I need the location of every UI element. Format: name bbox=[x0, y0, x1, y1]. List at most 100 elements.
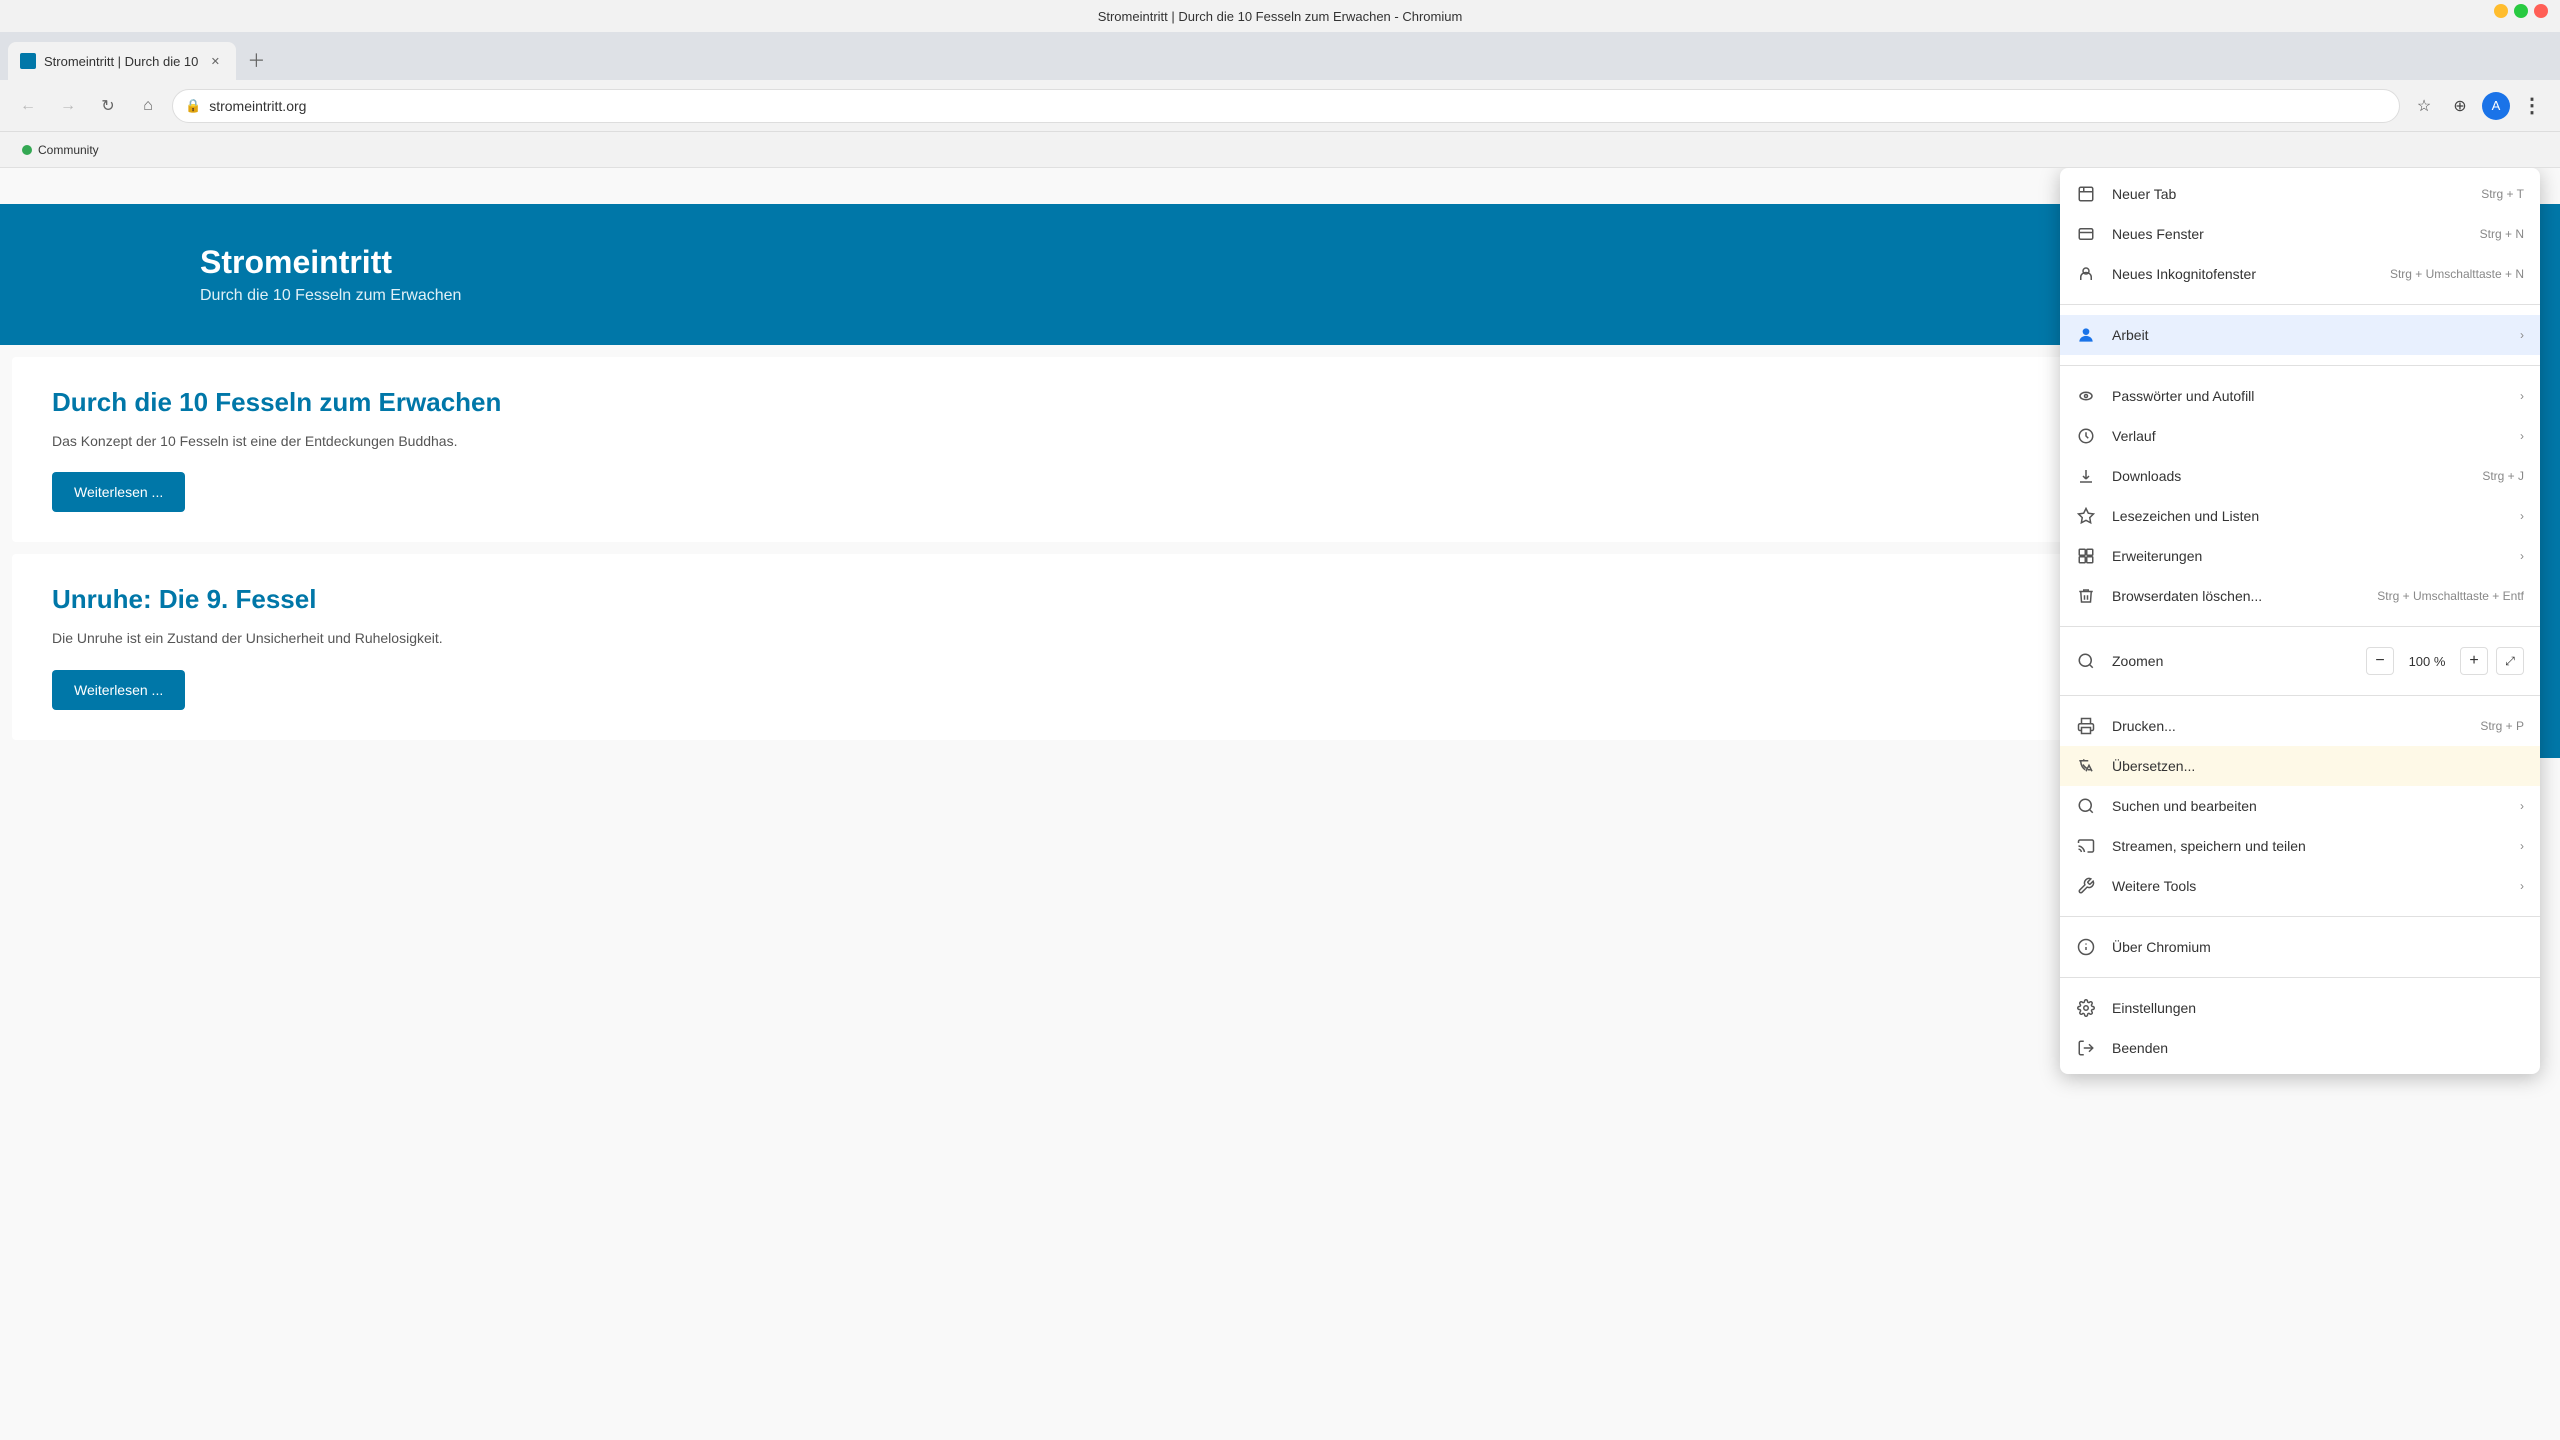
search-edit-arrow-icon: › bbox=[2520, 799, 2524, 813]
article-excerpt-1: Das Konzept der 10 Fesseln ist eine der … bbox=[52, 430, 2228, 452]
extensions-arrow-icon: › bbox=[2520, 549, 2524, 563]
new-tab-button[interactable]: ＋ bbox=[240, 44, 272, 76]
menu-item-quit[interactable]: Beenden bbox=[2060, 1028, 2540, 1068]
browser-controls: ← → ↻ ⌂ 🔒 stromeintritt.org ☆ ⊕ A ⋮ bbox=[0, 80, 2560, 132]
new-tab-icon bbox=[2076, 184, 2096, 204]
menu-item-passwords[interactable]: Passwörter und Autofill › bbox=[2060, 376, 2540, 416]
site-subtitle: Durch die 10 Fesseln zum Erwachen bbox=[200, 287, 2360, 305]
clear-data-shortcut: Strg + Umschalttaste + Entf bbox=[2377, 589, 2524, 603]
menu-item-clear[interactable]: Browserdaten löschen... Strg + Umschaltt… bbox=[2060, 576, 2540, 616]
window-maximize[interactable] bbox=[2514, 4, 2528, 18]
zoom-fullscreen-button[interactable]: ⤢ bbox=[2496, 647, 2524, 675]
read-more-btn-1[interactable]: Weiterlesen ... bbox=[52, 472, 185, 512]
print-label: Drucken... bbox=[2112, 718, 2464, 734]
more-tools-icon bbox=[2076, 876, 2096, 896]
content-area: Starte Hier Kontakt For... Stromeintritt… bbox=[0, 168, 2560, 1440]
menu-item-cast[interactable]: Streamen, speichern und teilen › bbox=[2060, 826, 2540, 866]
bookmark-favicon bbox=[22, 145, 32, 155]
menu-divider-1 bbox=[2060, 304, 2540, 305]
article-title-1: Durch die 10 Fesseln zum Erwachen bbox=[52, 387, 2228, 418]
new-window-label: Neues Fenster bbox=[2112, 226, 2464, 242]
profile-avatar: A bbox=[2482, 92, 2510, 120]
address-bar[interactable]: 🔒 stromeintritt.org bbox=[172, 89, 2400, 123]
menu-item-search-edit[interactable]: Suchen und bearbeiten › bbox=[2060, 786, 2540, 826]
menu-item-bookmarks[interactable]: Lesezeichen und Listen › bbox=[2060, 496, 2540, 536]
active-tab[interactable]: Stromeintritt | Durch die 10 ✕ bbox=[8, 42, 236, 80]
bookmark-community[interactable]: Community bbox=[12, 139, 109, 161]
zoom-in-button[interactable]: + bbox=[2460, 647, 2488, 675]
menu-button[interactable]: ⋮ bbox=[2516, 90, 2548, 122]
bookmarks-bar: Community bbox=[0, 132, 2560, 168]
menu-item-translate[interactable]: Übersetzen... bbox=[2060, 746, 2540, 786]
home-button[interactable]: ⌂ bbox=[132, 90, 164, 122]
reload-button[interactable]: ↻ bbox=[92, 90, 124, 122]
passwords-icon bbox=[2076, 386, 2096, 406]
article-card-2: Unruhe: Die 9. Fessel Die Unruhe ist ein… bbox=[12, 554, 2268, 739]
title-bar: Stromeintritt | Durch die 10 Fesseln zum… bbox=[0, 0, 2560, 32]
search-edit-label: Suchen und bearbeiten bbox=[2112, 798, 2504, 814]
quit-label: Beenden bbox=[2112, 1040, 2524, 1056]
quit-icon bbox=[2076, 1038, 2096, 1058]
window-minimize[interactable] bbox=[2494, 4, 2508, 18]
menu-section-profile: Arbeit › bbox=[2060, 309, 2540, 361]
settings-icon bbox=[2076, 998, 2096, 1018]
zoom-out-button[interactable]: − bbox=[2366, 647, 2394, 675]
tab-title: Stromeintritt | Durch die 10 bbox=[44, 54, 198, 69]
menu-item-history[interactable]: Verlauf › bbox=[2060, 416, 2540, 456]
tab-close-button[interactable]: ✕ bbox=[206, 52, 224, 70]
passwords-label: Passwörter und Autofill bbox=[2112, 388, 2504, 404]
bookmark-star-button[interactable]: ☆ bbox=[2408, 90, 2440, 122]
settings-label: Einstellungen bbox=[2112, 1000, 2524, 1016]
toolbar-icons: ☆ ⊕ A ⋮ bbox=[2408, 90, 2548, 122]
back-button[interactable]: ← bbox=[12, 90, 44, 122]
extensions-label: Erweiterungen bbox=[2112, 548, 2504, 564]
menu-item-new-tab[interactable]: Neuer Tab Strg + T bbox=[2060, 174, 2540, 214]
bookmarks-menu-label: Lesezeichen und Listen bbox=[2112, 508, 2504, 524]
lens-button[interactable]: ⊕ bbox=[2444, 90, 2476, 122]
menu-divider-2 bbox=[2060, 365, 2540, 366]
menu-item-zoom: Zoomen − 100 % + ⤢ bbox=[2060, 637, 2540, 685]
read-more-btn-2[interactable]: Weiterlesen ... bbox=[52, 670, 185, 710]
menu-item-downloads[interactable]: Downloads Strg + J bbox=[2060, 456, 2540, 496]
history-arrow-icon: › bbox=[2520, 429, 2524, 443]
cast-icon bbox=[2076, 836, 2096, 856]
menu-item-about[interactable]: Über Chromium bbox=[2060, 927, 2540, 967]
forward-button[interactable]: → bbox=[52, 90, 84, 122]
tab-bar: Stromeintritt | Durch die 10 ✕ ＋ bbox=[0, 32, 2560, 80]
incognito-icon bbox=[2076, 264, 2096, 284]
cast-label: Streamen, speichern und teilen bbox=[2112, 838, 2504, 854]
menu-section-settings: Einstellungen Beenden bbox=[2060, 982, 2540, 1074]
passwords-arrow-icon: › bbox=[2520, 389, 2524, 403]
menu-item-new-window[interactable]: Neues Fenster Strg + N bbox=[2060, 214, 2540, 254]
menu-item-more-tools[interactable]: Weitere Tools › bbox=[2060, 866, 2540, 906]
menu-section-main: Passwörter und Autofill › Verlauf › Down… bbox=[2060, 370, 2540, 622]
menu-item-settings[interactable]: Einstellungen bbox=[2060, 988, 2540, 1028]
dropdown-menu: Neuer Tab Strg + T Neues Fenster Strg + … bbox=[2060, 168, 2540, 1074]
menu-section-about: Über Chromium bbox=[2060, 921, 2540, 973]
menu-section-zoom: Zoomen − 100 % + ⤢ bbox=[2060, 631, 2540, 691]
window-close[interactable] bbox=[2534, 4, 2548, 18]
profile-label: Arbeit bbox=[2112, 327, 2504, 343]
more-tools-label: Weitere Tools bbox=[2112, 878, 2504, 894]
menu-item-incognito[interactable]: Neues Inkognitofenster Strg + Umschaltta… bbox=[2060, 254, 2540, 294]
profile-button[interactable]: A bbox=[2480, 90, 2512, 122]
new-tab-shortcut: Strg + T bbox=[2481, 187, 2524, 201]
security-icon: 🔒 bbox=[185, 98, 201, 114]
site-title: Stromeintritt bbox=[200, 244, 2360, 281]
menu-item-extensions[interactable]: Erweiterungen › bbox=[2060, 536, 2540, 576]
downloads-shortcut: Strg + J bbox=[2482, 469, 2524, 483]
downloads-icon bbox=[2076, 466, 2096, 486]
menu-section-new: Neuer Tab Strg + T Neues Fenster Strg + … bbox=[2060, 168, 2540, 300]
tab-favicon bbox=[20, 53, 36, 69]
history-icon bbox=[2076, 426, 2096, 446]
clear-data-icon bbox=[2076, 586, 2096, 606]
articles-column: Durch die 10 Fesseln zum Erwachen Das Ko… bbox=[0, 345, 2280, 758]
incognito-label: Neues Inkognitofenster bbox=[2112, 266, 2374, 282]
menu-item-profile[interactable]: Arbeit › bbox=[2060, 315, 2540, 355]
menu-item-print[interactable]: Drucken... Strg + P bbox=[2060, 706, 2540, 746]
bookmark-label: Community bbox=[38, 143, 99, 157]
zoom-value: 100 % bbox=[2402, 654, 2452, 669]
article-card-1: Durch die 10 Fesseln zum Erwachen Das Ko… bbox=[12, 357, 2268, 542]
bookmarks-menu-icon bbox=[2076, 506, 2096, 526]
history-label: Verlauf bbox=[2112, 428, 2504, 444]
